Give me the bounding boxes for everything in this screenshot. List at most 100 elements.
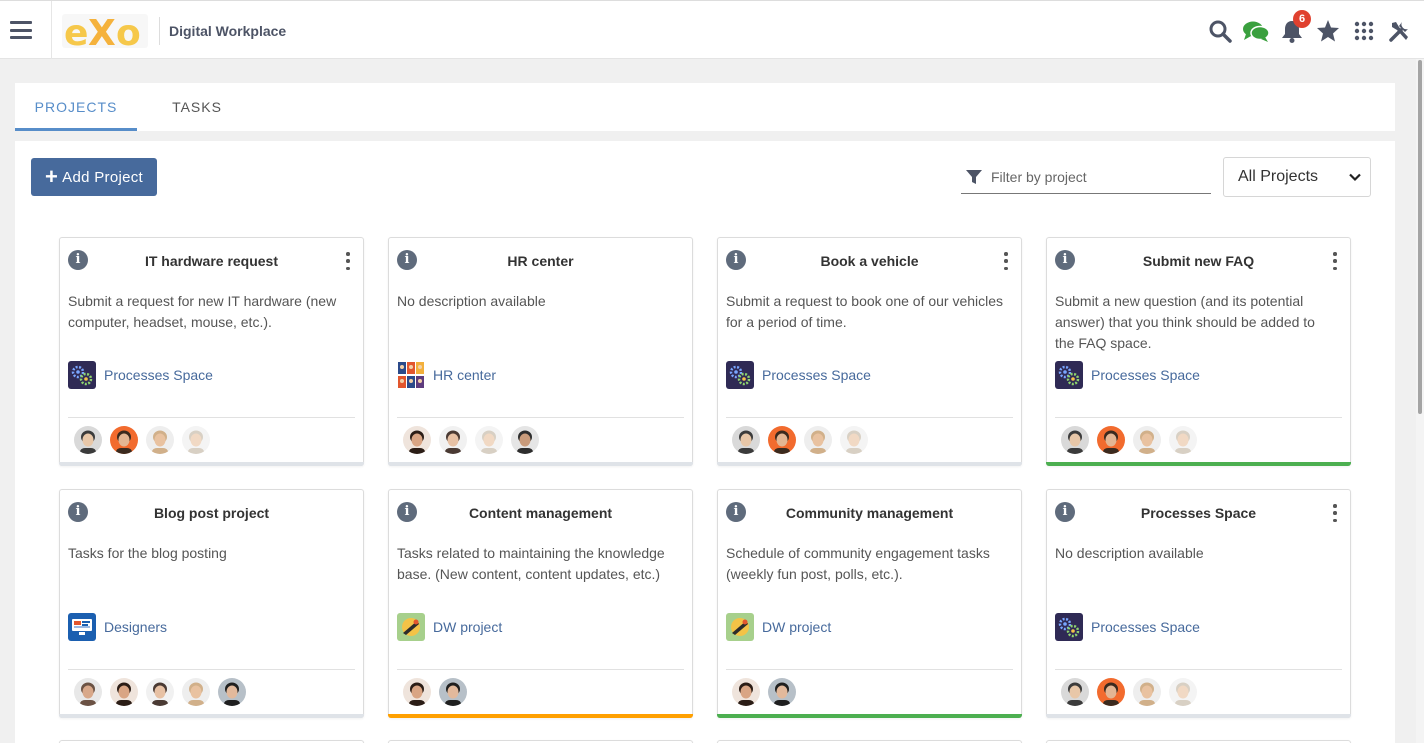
project-description: Submit a request for new IT hardware (ne…	[68, 293, 337, 330]
project-space-link[interactable]: Processes Space	[68, 361, 213, 389]
avatar[interactable]	[1133, 678, 1161, 706]
avatar[interactable]	[732, 426, 760, 454]
participant-avatars	[732, 678, 804, 706]
project-title[interactable]: Submit new FAQ	[1079, 253, 1318, 269]
space-name[interactable]: Processes Space	[762, 367, 871, 383]
card-divider	[726, 417, 1013, 418]
avatar[interactable]	[840, 426, 868, 454]
space-name[interactable]: HR center	[433, 367, 496, 383]
info-icon[interactable]: i	[1055, 502, 1075, 522]
project-card[interactable]: i HR center No description available HR cen…	[388, 237, 693, 466]
project-type-select[interactable]: All Projects	[1223, 157, 1371, 197]
more-options-icon[interactable]	[345, 252, 351, 270]
project-space-link[interactable]: DW project	[726, 613, 831, 641]
project-title[interactable]: Processes Space	[1079, 505, 1318, 521]
avatar[interactable]	[475, 426, 503, 454]
project-card[interactable]: i IT hardware request Submit a request for…	[59, 237, 364, 466]
space-name[interactable]: DW project	[433, 619, 502, 635]
info-icon[interactable]: i	[726, 250, 746, 270]
info-icon[interactable]: i	[1055, 250, 1075, 270]
svg-text:X: X	[88, 13, 116, 50]
tab-tasks[interactable]: TASKS	[157, 83, 237, 131]
scrollbar-thumb[interactable]	[1418, 60, 1422, 414]
add-project-button[interactable]: + Add Project	[31, 158, 157, 196]
avatar[interactable]	[146, 426, 174, 454]
space-name[interactable]: Designers	[104, 619, 167, 635]
info-icon[interactable]: i	[397, 502, 417, 522]
avatar[interactable]	[403, 426, 431, 454]
project-title[interactable]: IT hardware request	[92, 253, 331, 269]
avatar[interactable]	[1133, 426, 1161, 454]
admin-tools-icon[interactable]	[1382, 15, 1418, 47]
notification-badge: 6	[1293, 10, 1311, 28]
hr-space-icon	[397, 361, 425, 389]
avatar[interactable]	[1061, 678, 1089, 706]
card-divider	[397, 417, 684, 418]
avatar[interactable]	[74, 426, 102, 454]
project-title[interactable]: Content management	[421, 505, 660, 521]
project-card[interactable]: i Blog post project Tasks for the blog pos…	[59, 489, 364, 718]
avatar[interactable]	[110, 426, 138, 454]
avatar[interactable]	[110, 678, 138, 706]
project-space-link[interactable]: Processes Space	[1055, 613, 1200, 641]
avatar[interactable]	[768, 678, 796, 706]
project-card[interactable]: i Submit new FAQ Submit a new question (an…	[1046, 237, 1351, 466]
add-project-label: Add Project	[62, 168, 143, 186]
avatar[interactable]	[182, 426, 210, 454]
avatar[interactable]	[768, 426, 796, 454]
avatar[interactable]	[182, 678, 210, 706]
status-bar	[388, 462, 693, 466]
avatar[interactable]	[804, 426, 832, 454]
bell-icon[interactable]: 6	[1274, 10, 1311, 47]
project-space-link[interactable]: Designers	[68, 613, 167, 641]
project-card[interactable]: i Processes Space No description available…	[1046, 489, 1351, 718]
info-icon[interactable]: i	[726, 502, 746, 522]
filter-input[interactable]	[991, 169, 1201, 185]
space-name[interactable]: DW project	[762, 619, 831, 635]
project-space-link[interactable]: HR center	[397, 361, 496, 389]
search-icon[interactable]	[1202, 15, 1238, 47]
project-title[interactable]: Blog post project	[92, 505, 331, 521]
project-title[interactable]: Book a vehicle	[750, 253, 989, 269]
card-divider	[1055, 669, 1342, 670]
project-card[interactable]: i Community management Schedule of communi…	[717, 489, 1022, 718]
more-options-icon[interactable]	[1003, 252, 1009, 270]
tab-projects[interactable]: PROJECTS	[15, 83, 137, 131]
info-icon[interactable]: i	[397, 250, 417, 270]
project-space-link[interactable]: Processes Space	[1055, 361, 1200, 389]
avatar[interactable]	[439, 678, 467, 706]
avatar[interactable]	[403, 678, 431, 706]
info-icon[interactable]: i	[68, 250, 88, 270]
filter-icon	[966, 170, 982, 184]
tab-bar: PROJECTS TASKS	[15, 83, 1395, 131]
avatar[interactable]	[1169, 426, 1197, 454]
avatar[interactable]	[146, 678, 174, 706]
card-divider	[397, 669, 684, 670]
avatar[interactable]	[1061, 426, 1089, 454]
project-space-link[interactable]: Processes Space	[726, 361, 871, 389]
exo-logo[interactable]: e X o	[62, 12, 148, 54]
more-options-icon[interactable]	[1332, 504, 1338, 522]
avatar[interactable]	[74, 678, 102, 706]
project-card[interactable]: i Content management Tasks related to main…	[388, 489, 693, 718]
hamburger-menu-icon[interactable]	[10, 21, 32, 39]
avatar[interactable]	[732, 678, 760, 706]
star-icon[interactable]	[1310, 15, 1346, 47]
project-title[interactable]: HR center	[421, 253, 660, 269]
project-title[interactable]: Community management	[750, 505, 989, 521]
avatar[interactable]	[511, 426, 539, 454]
project-space-link[interactable]: DW project	[397, 613, 502, 641]
space-name[interactable]: Processes Space	[1091, 367, 1200, 383]
avatar[interactable]	[1097, 678, 1125, 706]
apps-grid-icon[interactable]	[1346, 15, 1382, 47]
more-options-icon[interactable]	[1332, 252, 1338, 270]
avatar[interactable]	[1169, 678, 1197, 706]
chat-icon[interactable]	[1238, 15, 1274, 47]
info-icon[interactable]: i	[68, 502, 88, 522]
avatar[interactable]	[1097, 426, 1125, 454]
space-name[interactable]: Processes Space	[104, 367, 213, 383]
project-card[interactable]: i Book a vehicle Submit a request to book …	[717, 237, 1022, 466]
space-name[interactable]: Processes Space	[1091, 619, 1200, 635]
avatar[interactable]	[218, 678, 246, 706]
avatar[interactable]	[439, 426, 467, 454]
